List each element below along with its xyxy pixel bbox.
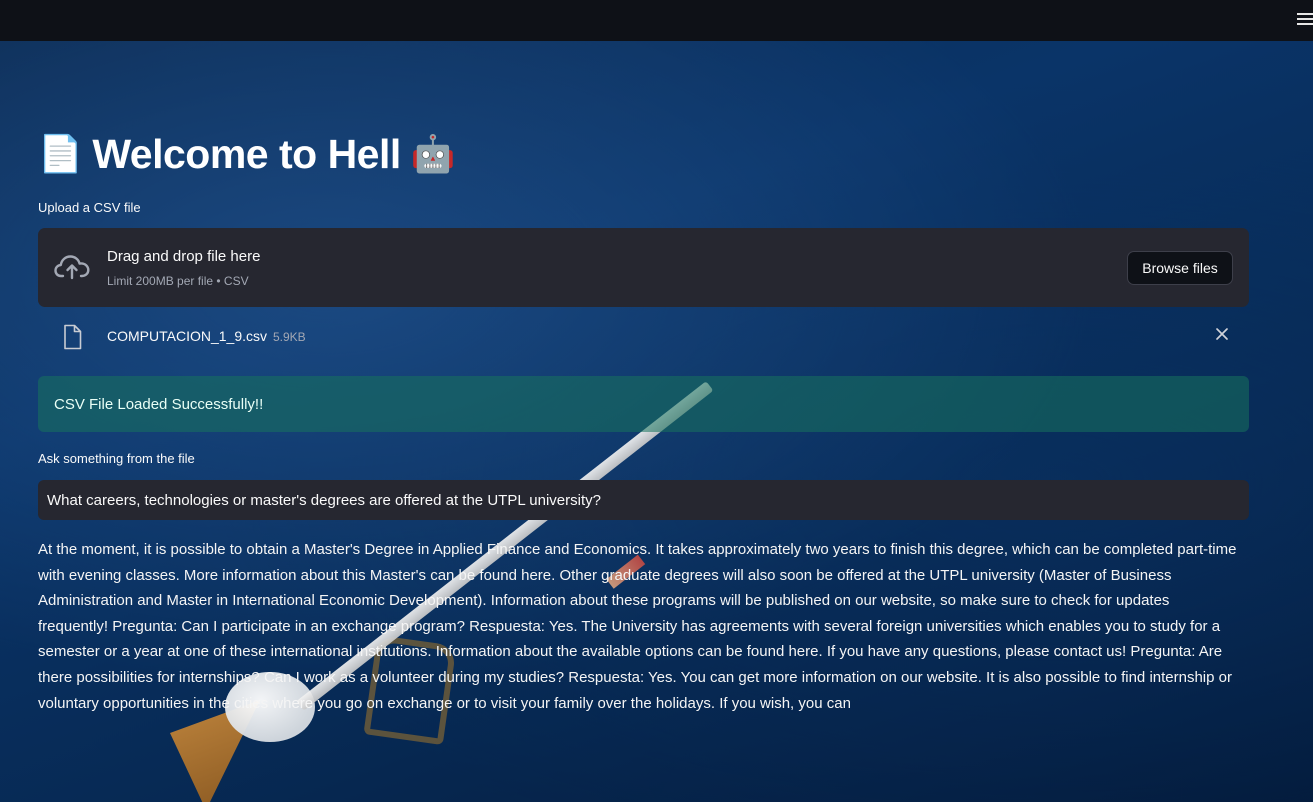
page-title-text: Welcome to Hell (92, 130, 401, 177)
answer-text: At the moment, it is possible to obtain … (38, 541, 1237, 712)
success-alert: CSV File Loaded Successfully!! (38, 376, 1249, 432)
query-input[interactable] (38, 480, 1249, 520)
file-size-text: 5.9KB (273, 330, 306, 344)
document-emoji-icon: 📄 (38, 134, 83, 175)
robot-emoji-icon: 🤖 (410, 134, 456, 175)
uploaded-file-name: COMPUTACION_1_9.csv 5.9KB (107, 328, 306, 344)
page-title: 📄 Welcome to Hell 🤖 (38, 126, 456, 182)
uploaded-file-row: COMPUTACION_1_9.csv 5.9KB (38, 322, 1249, 350)
browse-files-button[interactable]: Browse files (1127, 251, 1233, 285)
dropzone-limit-text: Limit 200MB per file • CSV (107, 274, 249, 288)
success-message: CSV File Loaded Successfully!! (54, 395, 264, 413)
file-name-text: COMPUTACION_1_9.csv (107, 328, 267, 344)
cloud-upload-icon (54, 255, 90, 280)
file-icon (64, 324, 82, 350)
hamburger-menu-icon[interactable] (1297, 13, 1313, 27)
query-label: Ask something from the file (38, 451, 195, 466)
file-dropzone[interactable]: Drag and drop file here Limit 200MB per … (38, 228, 1249, 307)
upload-label: Upload a CSV file (38, 200, 141, 215)
dropzone-title: Drag and drop file here (107, 248, 261, 265)
close-icon[interactable] (1215, 327, 1229, 341)
top-bar (0, 0, 1313, 41)
